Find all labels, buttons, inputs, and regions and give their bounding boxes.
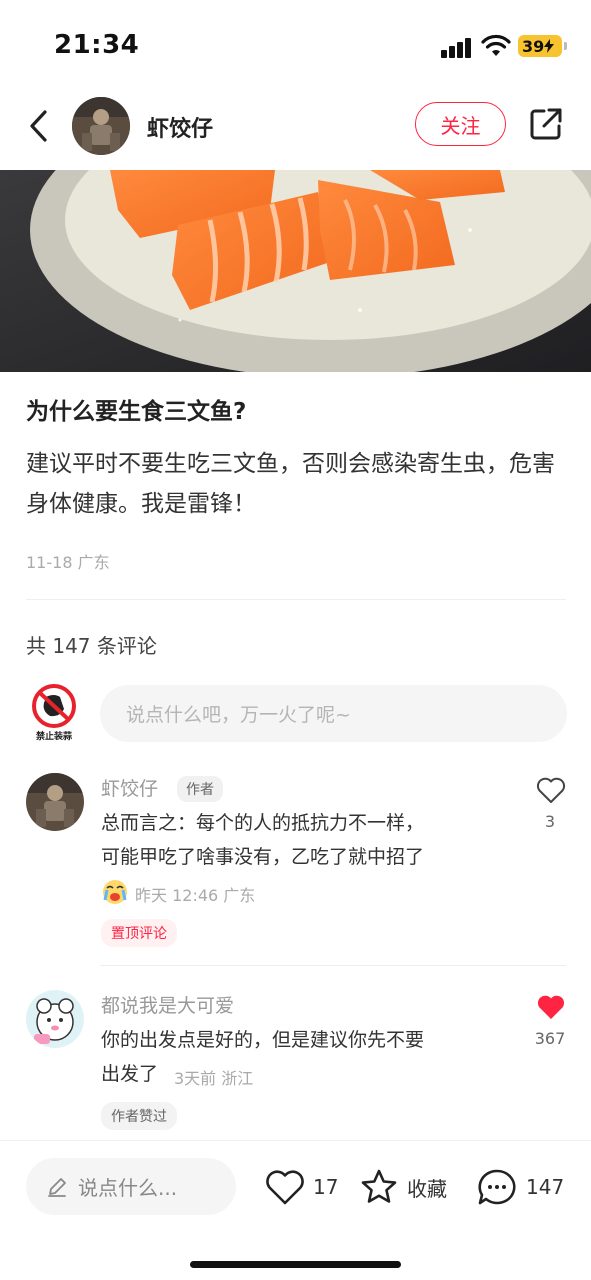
cellular-signal-icon [441,36,473,58]
no-garlic-icon [32,684,76,728]
comment-button[interactable]: 147 [476,1165,564,1209]
comment-text-line: 可能甲吃了啥事没有，乙吃了就中招了 [101,846,425,868]
post-title: 为什么要生食三文鱼? [26,399,247,425]
author-liked-badge: 作者赞过 [101,1102,177,1130]
share-icon[interactable] [528,106,564,142]
author-tag: 作者 [177,776,223,802]
comment-input[interactable]: 说点什么吧，万一火了呢~ [100,685,567,742]
commenter-avatar[interactable] [26,990,84,1048]
post-header: 虾饺仔 关注 [0,90,591,170]
post-meta: 11-18 广东 [26,553,110,572]
bottom-action-bar: 说点什么... 17 收藏 147 [0,1140,591,1280]
status-time: 21:34 [54,30,140,60]
wifi-icon [481,34,511,56]
follow-button[interactable]: 关注 [415,102,506,146]
charging-bolt-icon [544,39,555,53]
comment-count: 共 147 条评论 [26,634,157,658]
pinned-badge: 置顶评论 [101,919,177,947]
collect-button[interactable]: 收藏 [359,1165,447,1209]
avatar-image [26,773,84,831]
comment-text-line: 总而言之：每个的人的抵抗力不一样， [101,812,425,834]
author-avatar[interactable] [72,97,130,155]
commenter-avatar[interactable] [26,773,84,831]
comment-meta: 3天前 浙江 [174,1069,254,1088]
like-count: 367 [534,1029,566,1048]
home-indicator [190,1261,401,1268]
cartoon-avatar-image [26,990,84,1048]
pencil-icon [48,1177,66,1197]
comment-meta: 昨天 12:46 广东 [135,886,256,905]
like-count: 3 [544,812,556,831]
heart-outline-icon[interactable] [536,776,566,804]
like-button[interactable]: 17 [265,1165,338,1209]
like-total: 17 [313,1175,339,1199]
my-avatar-label: 禁止装蒜 [35,732,72,742]
crying-emoji-icon [103,880,127,904]
commenter-name[interactable]: 虾饺仔 [101,774,158,801]
battery-icon: 39 [518,35,567,57]
star-outline-icon [361,1169,397,1203]
comment-total: 147 [526,1175,565,1199]
bottom-comment-input[interactable]: 说点什么... [26,1158,236,1215]
post-image[interactable] [0,170,591,372]
post-body: 建议平时不要生吃三文鱼，否则会感染寄生虫，危害身体健康。我是雷锋！ [26,451,555,517]
status-bar: 21:34 39 [0,0,591,90]
back-arrow-icon[interactable] [26,108,54,144]
commenter-name[interactable]: 都说我是大可爱 [101,991,234,1018]
author-name[interactable]: 虾饺仔 [147,111,213,143]
heart-outline-icon [266,1170,304,1205]
my-avatar: 禁止装蒜 [26,683,82,743]
collect-label: 收藏 [407,1176,447,1201]
battery-level: 39 [522,36,545,56]
comment-text-line: 出发了 [101,1063,159,1085]
comment-text-line: 你的出发点是好的，但是建议你先不要 [101,1029,425,1051]
divider [26,599,566,600]
heart-filled-icon[interactable] [536,993,566,1021]
comment-divider [100,965,566,966]
comment-bubble-icon [478,1169,516,1205]
salmon-plate-image [0,170,591,372]
avatar-image [72,97,130,155]
bottom-input-placeholder: 说点什么... [78,1176,178,1200]
